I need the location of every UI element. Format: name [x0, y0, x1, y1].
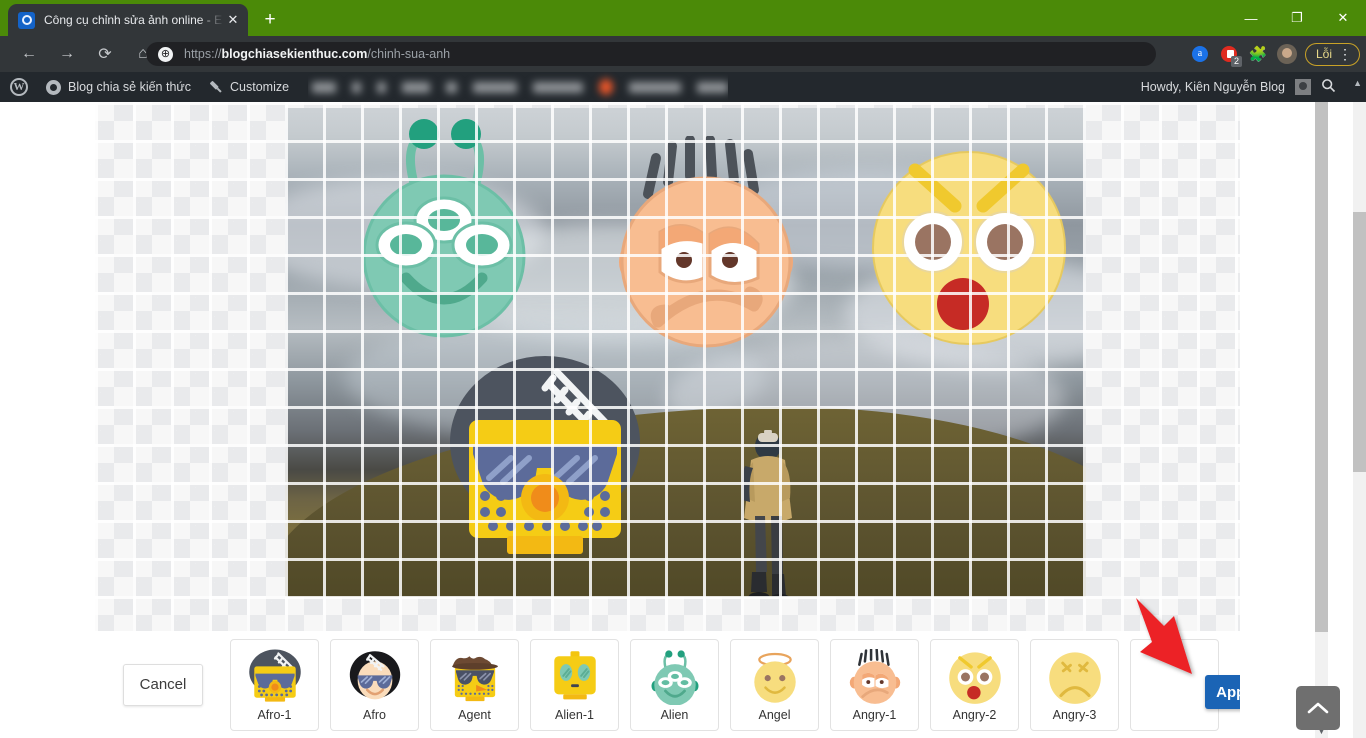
photo-image[interactable]	[285, 108, 1086, 597]
editor-container: Cancel Afro-1 Afro Agent Alien-1 Alien A…	[75, 102, 1328, 738]
agent-sticker-icon	[446, 648, 504, 706]
forward-icon[interactable]: →	[52, 39, 82, 69]
sticker-option-alien-1[interactable]: Alien-1	[530, 638, 619, 731]
sticker-option-angry-3[interactable]: Angry-3	[1030, 638, 1119, 731]
sticker-option-angel[interactable]: Angel	[730, 638, 819, 731]
wordpress-admin-bar: W Blog chia sẻ kiến thức Customize Howdy…	[0, 72, 1366, 102]
browser-menu-icon[interactable]: ⋮	[1338, 46, 1352, 63]
howdy-label[interactable]: Howdy, Kiên Nguyễn Blog	[1141, 80, 1285, 94]
adblock-icon[interactable]: a	[1187, 42, 1213, 66]
chevron-up-icon	[1307, 702, 1329, 714]
admin-bar-account-area: Howdy, Kiên Nguyễn Blog	[1141, 72, 1358, 102]
sticker-label: Angry-3	[1052, 707, 1097, 722]
window-controls: — ❐ ✕	[1228, 0, 1366, 36]
tab-close-icon[interactable]: ✕	[224, 11, 242, 29]
error-pill-label: Lỗi	[1315, 47, 1332, 61]
apply-button[interactable]: Apply	[1205, 675, 1240, 709]
angel-sticker-icon	[746, 648, 804, 706]
admin-bar-blurred-items	[308, 72, 728, 102]
search-icon[interactable]	[1321, 78, 1336, 96]
editor-scrollbar[interactable]: ▼	[1315, 102, 1328, 738]
sticker-option-angry-2[interactable]: Angry-2	[930, 638, 1019, 731]
url-path: /chinh-sua-anh	[367, 47, 451, 61]
angry-3-sticker-icon	[1046, 648, 1104, 706]
url-scheme: https://	[184, 47, 222, 61]
recorder-badge: 2	[1230, 56, 1242, 67]
partial-sticker-icon	[1146, 648, 1204, 706]
sticker-label: Afro-1	[257, 707, 292, 722]
extensions-puzzle-icon[interactable]: 🧩	[1245, 42, 1271, 66]
admin-bar-site-name[interactable]: Blog chia sẻ kiến thức	[46, 79, 192, 95]
url-host: blogchiasekienthuc.com	[221, 47, 368, 61]
sticker-label: Angel	[758, 707, 791, 722]
address-bar[interactable]: ⊕ https://blogchiasekienthuc.com/chinh-s…	[146, 42, 1156, 66]
site-name-label: Blog chia sẻ kiến thức	[68, 80, 192, 94]
hiker-figure	[741, 430, 792, 597]
sticker-label: Afro	[363, 707, 386, 722]
browser-title-bar: Công cụ chỉnh sửa ảnh online - E ✕ + — ❐…	[0, 0, 1366, 36]
sticker-option-afro[interactable]: Afro	[330, 638, 419, 731]
collapse-icon[interactable]: ▲	[1353, 78, 1362, 88]
sticker-option-alien[interactable]: Alien	[630, 638, 719, 731]
alien-sticker-icon	[646, 648, 704, 706]
placed-sticker-angry-1[interactable]	[610, 136, 806, 358]
screen-recorder-icon[interactable]: 2	[1216, 42, 1242, 67]
editor-scrollbar-thumb[interactable]	[1315, 102, 1328, 632]
sticker-option-agent[interactable]: Agent	[430, 638, 519, 731]
sticker-label: Angry-2	[952, 707, 997, 722]
toolbar-icon-group: a 2 🧩 Lỗi ⋮	[1187, 42, 1360, 67]
page-body: Cancel Afro-1 Afro Agent Alien-1 Alien A…	[0, 102, 1353, 738]
tab-favicon-icon	[18, 11, 35, 29]
window-maximize-button[interactable]: ❐	[1274, 0, 1320, 36]
paintbrush-icon	[206, 77, 226, 97]
dashboard-icon	[46, 79, 61, 95]
new-tab-button[interactable]: +	[256, 6, 284, 34]
sticker-option-afro-1[interactable]: Afro-1	[230, 638, 319, 731]
reload-icon[interactable]: ⟳	[90, 39, 120, 69]
alien-1-sticker-icon	[546, 648, 604, 706]
page-scrollbar-thumb[interactable]	[1353, 212, 1366, 472]
user-avatar[interactable]	[1295, 79, 1311, 95]
sticker-picker-strip: Cancel Afro-1 Afro Agent Alien-1 Alien A…	[95, 631, 1240, 738]
editor-canvas-wrap	[95, 102, 1240, 631]
page-scrollbar[interactable]	[1353, 102, 1366, 738]
sticker-label: Agent	[458, 707, 491, 722]
back-to-top-button[interactable]	[1296, 686, 1340, 730]
tab-title: Công cụ chỉnh sửa ảnh online - E	[44, 13, 223, 27]
site-info-icon[interactable]: ⊕	[158, 46, 173, 62]
browser-toolbar: ← → ⟳ ⌂ ⊕ https://blogchiasekienthuc.com…	[0, 36, 1366, 72]
admin-bar-customize[interactable]: Customize	[209, 80, 289, 94]
angry-2-sticker-icon	[946, 648, 1004, 706]
afro-1-sticker-icon	[246, 648, 304, 706]
terrain-near	[285, 407, 1086, 597]
wordpress-logo-icon[interactable]: W	[10, 78, 28, 96]
afro-sticker-icon	[346, 648, 404, 706]
window-minimize-button[interactable]: —	[1228, 0, 1274, 36]
sticker-label: Angry-1	[852, 707, 897, 722]
customize-label: Customize	[230, 80, 290, 94]
placed-sticker-afro-1[interactable]	[445, 350, 645, 570]
address-bar-url: https://blogchiasekienthuc.com/chinh-sua…	[184, 47, 450, 61]
terrain-far	[665, 457, 1086, 597]
sticker-label: Alien-1	[555, 707, 594, 722]
sticker-option-angry-1[interactable]: Angry-1	[830, 638, 919, 731]
profile-avatar[interactable]	[1274, 42, 1300, 66]
back-icon[interactable]: ←	[14, 39, 44, 69]
cancel-button[interactable]: Cancel	[123, 663, 203, 706]
placed-sticker-angry-2[interactable]	[871, 144, 1067, 348]
angry-1-sticker-icon	[846, 648, 904, 706]
browser-tab[interactable]: Công cụ chỉnh sửa ảnh online - E ✕	[8, 4, 248, 36]
sticker-label: Alien	[660, 707, 689, 722]
transparency-canvas[interactable]	[95, 102, 1240, 631]
window-close-button[interactable]: ✕	[1320, 0, 1366, 36]
placed-sticker-alien[interactable]	[348, 112, 540, 342]
error-status-pill[interactable]: Lỗi ⋮	[1304, 42, 1360, 66]
